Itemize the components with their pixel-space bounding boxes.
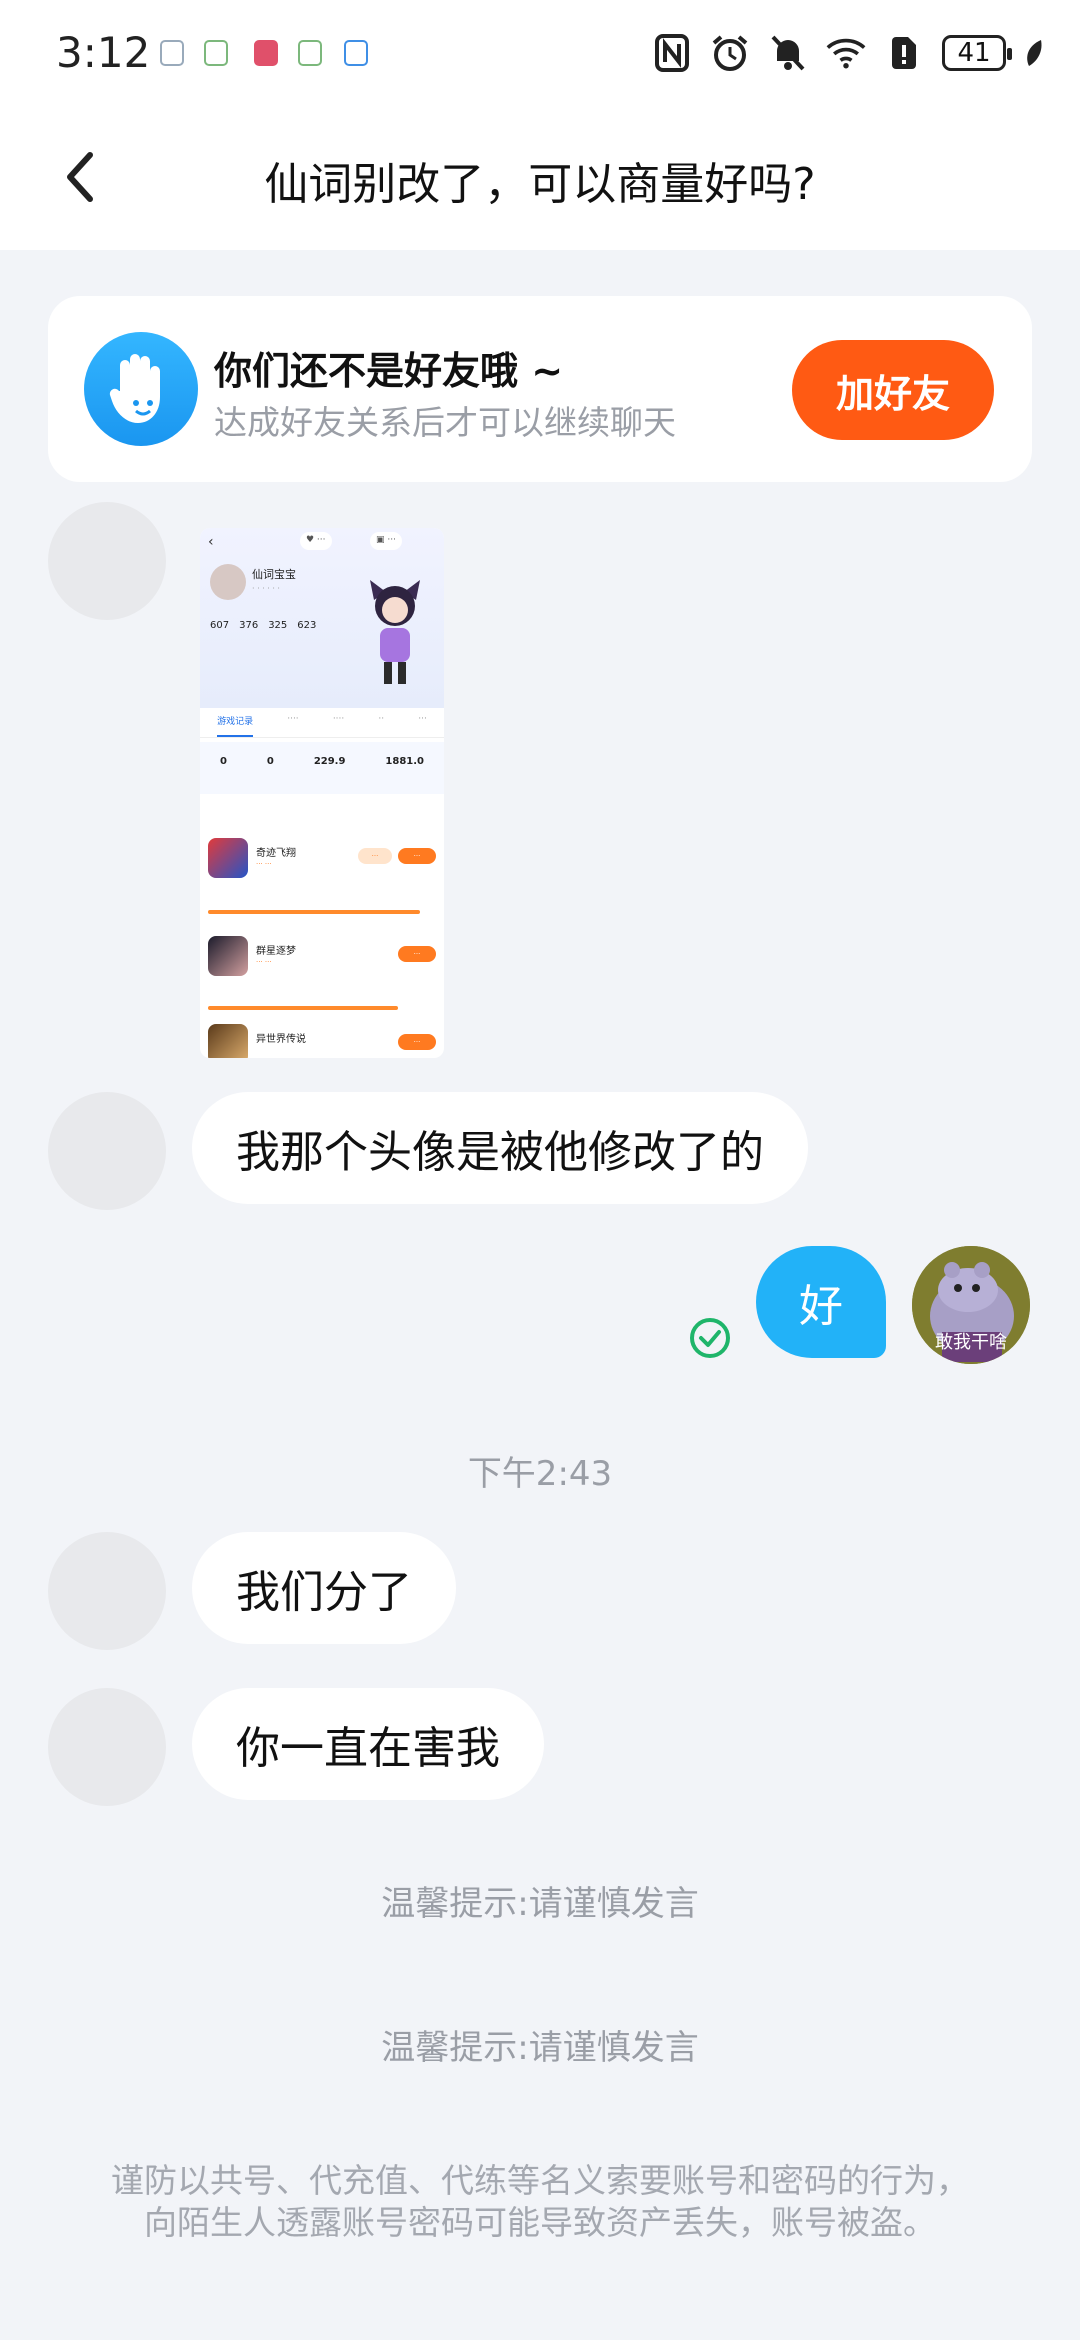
- message-bubble[interactable]: 我们分了: [192, 1532, 456, 1644]
- battery-indicator: 41: [942, 35, 1012, 71]
- image-tab: ···: [418, 714, 427, 724]
- image-stats: 607 376 325 623: [210, 620, 316, 631]
- image-value: 0: [266, 756, 274, 767]
- message-bubble[interactable]: 我那个头像是被他修改了的: [192, 1092, 808, 1204]
- system-tip: 温馨提示:请谨慎发言: [381, 2028, 699, 2068]
- image-game-button: ···: [398, 946, 436, 962]
- image-game-icon: [208, 838, 248, 878]
- image-tab: ····: [287, 714, 299, 724]
- image-game-row: 奇迹飞翔 ··· ··· ··· ···: [208, 838, 436, 878]
- status-bar: 3:12 41: [0, 0, 1080, 100]
- image-game-sub: ··· ···: [256, 958, 272, 966]
- alarm-icon: [710, 33, 750, 73]
- image-value: 229.9: [313, 756, 346, 767]
- message-bubble[interactable]: 你一直在害我: [192, 1688, 544, 1800]
- image-game-sub: ··· ···: [256, 860, 272, 868]
- status-time: 3:12: [56, 28, 151, 77]
- image-profile-id: · · · · · ·: [252, 584, 280, 593]
- notification-icon: [254, 40, 278, 66]
- image-pill: ▣ ···: [370, 532, 402, 550]
- image-avatar: [210, 564, 246, 600]
- image-game-button: ···: [398, 848, 436, 864]
- contact-avatar[interactable]: [48, 1688, 166, 1806]
- image-tab: ··: [378, 714, 385, 724]
- image-tab: 游戏记录: [217, 714, 254, 737]
- image-game-name: 异世界传说: [256, 1034, 306, 1045]
- image-message[interactable]: ‹ ♥ ··· ▣ ··· 仙词宝宝 · · · · · · 607 376 3…: [200, 528, 444, 1058]
- chat-header: 仙词别改了，可以商量好吗?: [0, 100, 1080, 250]
- contact-avatar[interactable]: [48, 1532, 166, 1650]
- notification-icon: [160, 40, 184, 66]
- image-game-row: 群星逐梦 ··· ··· ···: [208, 936, 436, 976]
- read-check-icon: [690, 1318, 730, 1358]
- image-progress-bar: [208, 1006, 398, 1010]
- banner-subtitle: 达成好友关系后才可以继续聊天: [214, 403, 676, 442]
- image-game-name: 奇迹飞翔: [256, 848, 296, 859]
- nfc-icon: [652, 33, 692, 73]
- not-friends-banner: 你们还不是好友哦 ~ 达成好友关系后才可以继续聊天 加好友: [48, 296, 1032, 482]
- contact-avatar[interactable]: [48, 1092, 166, 1210]
- notification-icon: [204, 40, 228, 66]
- image-game-row: 异世界传说 ···: [208, 1024, 436, 1058]
- my-avatar[interactable]: 敢我干啥: [912, 1246, 1030, 1364]
- chat-title: 仙词别改了，可以商量好吗?: [264, 159, 816, 210]
- wifi-icon: [826, 33, 866, 73]
- system-tip: 温馨提示:请谨慎发言: [381, 1884, 699, 1924]
- image-pill: ♥ ···: [300, 532, 332, 550]
- add-friend-button[interactable]: 加好友: [792, 340, 994, 440]
- image-tab: ····: [332, 714, 345, 724]
- image-game-name: 群星逐梦: [256, 946, 296, 957]
- battery-level: 41: [957, 38, 991, 68]
- my-avatar-caption: 敢我干啥: [935, 1332, 1007, 1353]
- image-progress-bar: [208, 910, 420, 914]
- my-message-bubble[interactable]: 好: [756, 1246, 886, 1358]
- message-timestamp: 下午2:43: [467, 1454, 613, 1494]
- notification-icon: [298, 40, 322, 66]
- banner-title: 你们还不是好友哦 ~: [214, 349, 564, 393]
- image-back-icon: ‹: [208, 534, 214, 550]
- image-stat: 325: [268, 620, 288, 631]
- image-profile-name: 仙词宝宝: [252, 568, 296, 581]
- image-tabs: 游戏记录 ···· ···· ·· ···: [200, 714, 444, 738]
- image-character-illustration: [370, 580, 420, 684]
- sim-alert-icon: [884, 33, 924, 73]
- image-game-button: ···: [398, 1034, 436, 1050]
- image-game-tag: ···: [358, 848, 392, 864]
- hand-wave-icon: [84, 332, 198, 446]
- security-warning: 谨防以共号、代充值、代练等名义索要账号和密码的行为，向陌生人透露账号密码可能导致…: [111, 2161, 969, 2242]
- image-profile-header: ‹ ♥ ··· ▣ ··· 仙词宝宝 · · · · · · 607 376 3…: [200, 528, 444, 708]
- notification-icon: [344, 40, 368, 66]
- image-stat: 623: [297, 620, 317, 631]
- contact-avatar[interactable]: [48, 502, 166, 620]
- image-values-row: 0 0 229.9 1881.0: [200, 742, 444, 794]
- leaf-icon: [1024, 33, 1044, 73]
- image-game-icon: [208, 936, 248, 976]
- image-game-icon: [208, 1024, 248, 1058]
- image-value: 0: [219, 756, 227, 767]
- mute-icon: [768, 33, 808, 73]
- image-stat: 607: [210, 620, 230, 631]
- image-value: 1881.0: [385, 756, 424, 767]
- image-stat: 376: [239, 620, 259, 631]
